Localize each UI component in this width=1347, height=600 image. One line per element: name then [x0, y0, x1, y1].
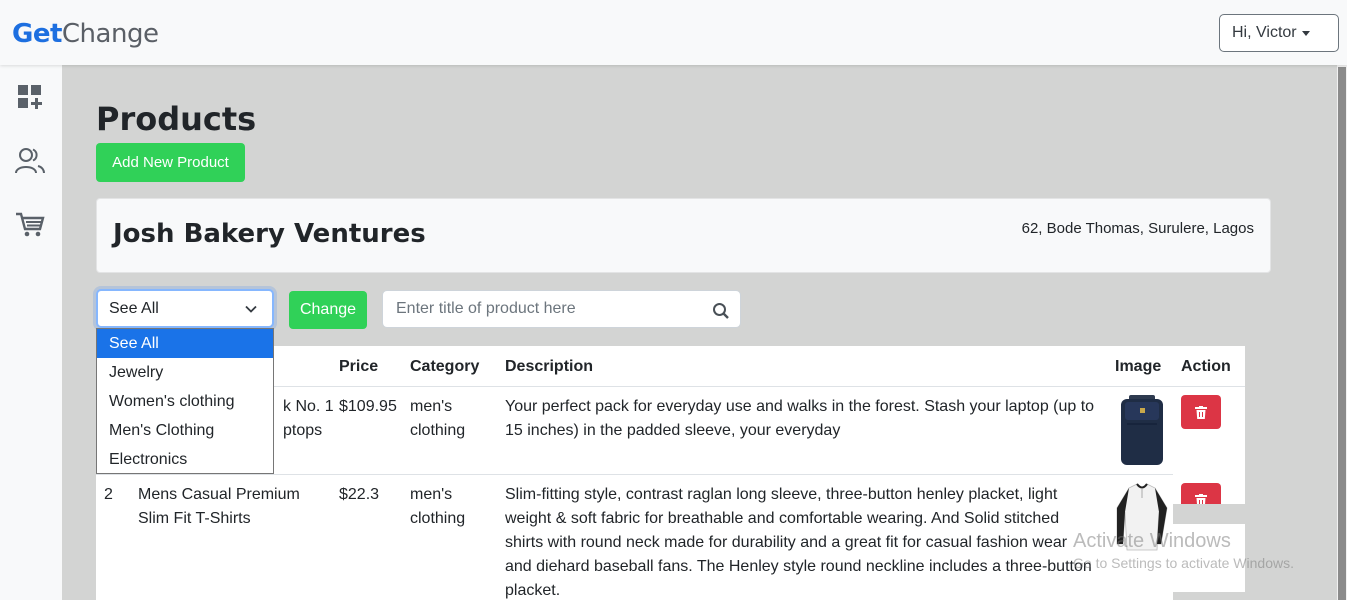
category-dropdown-list: See All Jewelry Women's clothing Men's C… [96, 328, 274, 474]
windows-activation-title: Activate Windows [1073, 530, 1231, 552]
users-icon[interactable] [14, 145, 46, 177]
product-title: k No. 1 ptops [283, 395, 334, 443]
description-line: Your perfect pack for everyday use and w… [505, 398, 1095, 415]
user-menu-button[interactable]: Hi, Victor [1219, 14, 1339, 52]
sidebar [0, 65, 62, 600]
caret-down-icon [1301, 30, 1310, 36]
product-title-line: Mens Casual Premium [138, 486, 300, 503]
description-line: and diehard baseball fans. The Henley st… [505, 558, 1092, 575]
trash-icon [1195, 405, 1207, 419]
add-new-product-button[interactable]: Add New Product [96, 143, 245, 182]
search-placeholder: Enter title of product here [396, 300, 576, 317]
product-description: Slim-fitting style, contrast raglan long… [505, 483, 1105, 600]
header-category: Category [410, 358, 480, 375]
product-title-line: ptops [283, 422, 323, 439]
product-price: $109.95 [339, 398, 397, 415]
search-icon [713, 303, 729, 319]
scrollbar-thumb[interactable] [1338, 67, 1346, 600]
header-image: Image [1115, 358, 1162, 375]
vertical-scrollbar[interactable] [1337, 65, 1347, 600]
description-line: Slim-fitting style, contrast raglan long… [505, 486, 1058, 503]
dropdown-option-mens-clothing[interactable]: Men's Clothing [97, 416, 273, 445]
product-category: men's clothing [410, 483, 465, 531]
cart-icon[interactable] [14, 209, 46, 241]
category-select-value: See All [109, 299, 159, 317]
product-image-backpack[interactable] [1115, 394, 1169, 466]
chevron-down-icon [245, 305, 257, 313]
product-title-line: k No. 1 [283, 398, 334, 415]
description-line: 15 inches) in the padded sleeve, your ev… [505, 422, 841, 439]
table-gap [1173, 504, 1245, 524]
product-price: $22.3 [339, 486, 380, 503]
dropdown-option-see-all[interactable]: See All [97, 329, 273, 358]
category-line: men's [410, 398, 453, 415]
header-price: Price [339, 358, 379, 375]
table-gap [1173, 592, 1245, 600]
row-divider [96, 474, 1173, 475]
category-line: men's [410, 486, 453, 503]
search-input[interactable]: Enter title of product here [382, 290, 741, 328]
category-line: clothing [410, 422, 466, 439]
store-address: 62, Bode Thomas, Surulere, Lagos [1021, 220, 1254, 237]
product-category: men's clothing [410, 395, 465, 443]
delete-button[interactable] [1181, 395, 1221, 429]
change-button[interactable]: Change [289, 291, 367, 329]
dashboard-add-icon[interactable] [14, 81, 46, 113]
description-line: shirts with round neck made for durabili… [505, 534, 1068, 551]
user-menu-label: Hi, Victor [1232, 24, 1297, 41]
header-action: Action [1181, 358, 1231, 375]
dropdown-option-jewelry[interactable]: Jewelry [97, 358, 273, 387]
product-description: Your perfect pack for everyday use and w… [505, 395, 1105, 443]
brand-part-get: Get [12, 19, 62, 49]
description-line: placket. [505, 582, 561, 599]
brand-logo[interactable]: GetChange [12, 19, 159, 49]
brand-part-change: Change [61, 19, 159, 49]
description-line: weight & soft fabric for breathable and … [505, 510, 1060, 527]
dropdown-option-electronics[interactable]: Electronics [97, 445, 273, 474]
product-title: Mens Casual Premium Slim Fit T-Shirts [138, 483, 300, 531]
page-title: Products [96, 100, 257, 138]
dropdown-option-womens-clothing[interactable]: Women's clothing [97, 387, 273, 416]
product-title-line: Slim Fit T-Shirts [138, 510, 251, 527]
row-index: 2 [104, 486, 113, 503]
store-card: Josh Bakery Ventures 62, Bode Thomas, Su… [96, 198, 1271, 273]
category-line: clothing [410, 510, 466, 527]
header-description: Description [505, 358, 594, 375]
windows-activation-subtitle: Go to Settings to activate Windows. [1073, 555, 1294, 571]
top-navbar: GetChange Hi, Victor [0, 0, 1347, 65]
store-name: Josh Bakery Ventures [113, 219, 426, 249]
category-select[interactable]: See All [96, 289, 274, 328]
